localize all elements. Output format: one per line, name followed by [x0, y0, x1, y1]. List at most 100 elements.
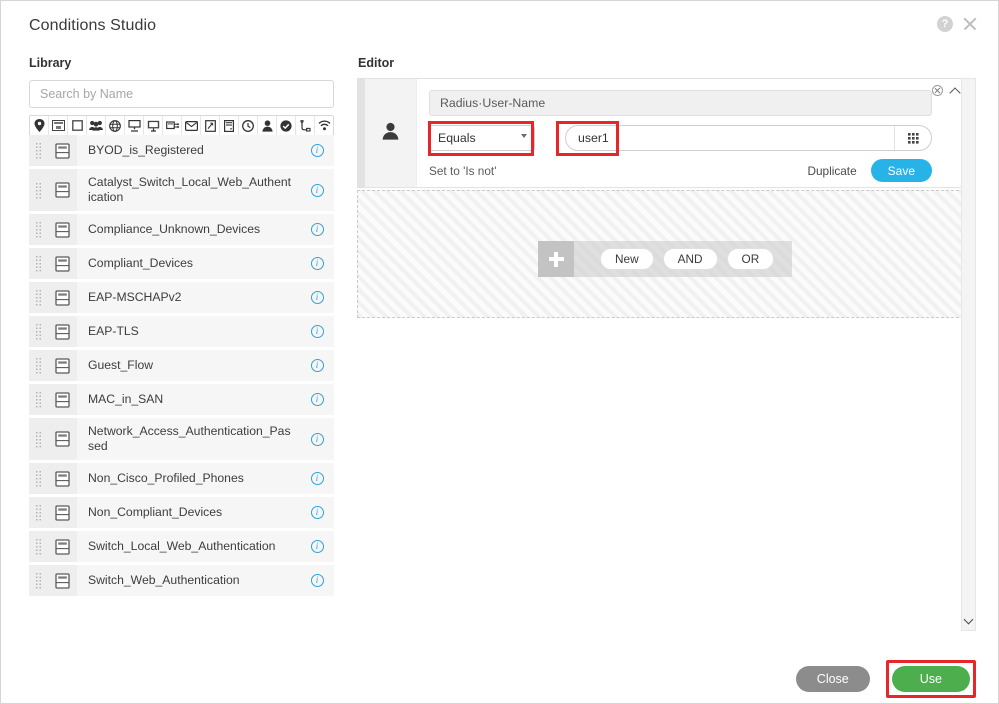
editor-label: Editor [358, 56, 395, 70]
set-to-is-not-link[interactable]: Set to 'Is not' [429, 164, 496, 178]
operator-select[interactable]: EqualsNot EqualsContainsStarts WithEnds … [429, 125, 535, 151]
library-panel [29, 80, 334, 136]
drag-handle-icon[interactable] [29, 350, 47, 381]
list-item[interactable]: Non_Cisco_Profiled_Phones i [29, 463, 334, 497]
drag-handle-icon[interactable] [29, 463, 47, 494]
list-item[interactable]: EAP-TLS i [29, 316, 334, 350]
header-icon-group: ? [937, 16, 978, 32]
filter-icon-bar [29, 115, 334, 136]
value-input[interactable] [566, 126, 894, 150]
info-icon[interactable]: i [300, 531, 334, 562]
save-button[interactable]: Save [870, 159, 932, 182]
info-icon[interactable]: i [300, 135, 334, 166]
close-button[interactable]: Close [795, 666, 870, 692]
condition-action-buttons: Duplicate Save [807, 159, 932, 182]
list-item[interactable]: Switch_Web_Authentication i [29, 565, 334, 599]
drag-handle-icon[interactable] [29, 384, 47, 415]
dropzone-button-new[interactable]: New [600, 248, 654, 270]
list-item-label: Network_Access_Authentication_Passed [88, 424, 291, 453]
drag-handle-icon[interactable] [29, 135, 47, 166]
location-icon[interactable] [30, 116, 49, 135]
clock-icon[interactable] [239, 116, 258, 135]
attribute-field[interactable]: Radius·User-Name [429, 90, 932, 116]
list-item-label: Switch_Local_Web_Authentication [88, 539, 276, 553]
certificate-icon[interactable] [296, 116, 315, 135]
info-icon[interactable]: i [300, 565, 334, 596]
chevron-up-icon[interactable] [950, 85, 961, 96]
wifi-icon[interactable] [315, 116, 333, 135]
drag-handle-icon[interactable] [29, 418, 47, 460]
info-icon[interactable]: i [300, 350, 334, 381]
condition-icon [47, 316, 77, 347]
operator-value-row: EqualsNot EqualsContainsStarts WithEnds … [429, 125, 932, 151]
info-icon[interactable]: i [300, 282, 334, 313]
close-icon[interactable] [962, 16, 978, 32]
list-item[interactable]: BYOD_is_Registered i [29, 135, 334, 169]
group-icon[interactable] [87, 116, 106, 135]
drag-handle-icon[interactable] [29, 248, 47, 279]
info-icon[interactable]: i [300, 418, 334, 460]
condition-icon [47, 463, 77, 494]
info-icon[interactable]: i [300, 463, 334, 494]
condition-icon [47, 169, 77, 211]
identity-icon [382, 122, 399, 145]
scrollbar-thumb[interactable] [963, 80, 974, 180]
drag-handle-icon[interactable] [29, 316, 47, 347]
use-button[interactable]: Use [891, 666, 970, 692]
network-device-icon[interactable] [125, 116, 144, 135]
info-icon[interactable]: i [300, 316, 334, 347]
portal-icon[interactable] [49, 116, 68, 135]
drag-handle-icon[interactable] [29, 531, 47, 562]
list-item[interactable]: Non_Compliant_Devices i [29, 497, 334, 531]
footer-divider [1, 643, 999, 644]
globe-icon[interactable] [106, 116, 125, 135]
server-icon[interactable] [220, 116, 239, 135]
list-item[interactable]: Compliance_Unknown_Devices i [29, 214, 334, 248]
desktop-icon[interactable] [144, 116, 163, 135]
search-input[interactable] [29, 80, 334, 108]
list-item[interactable]: Guest_Flow i [29, 350, 334, 384]
drag-handle-icon[interactable] [29, 497, 47, 528]
value-field-wrap [565, 125, 932, 151]
list-item[interactable]: EAP-MSCHAPv2 i [29, 282, 334, 316]
mail-icon[interactable] [182, 116, 201, 135]
list-item[interactable]: Switch_Local_Web_Authentication i [29, 531, 334, 565]
posture-icon[interactable] [201, 116, 220, 135]
page-title: Conditions Studio [29, 17, 157, 34]
drag-handle-icon[interactable] [29, 282, 47, 313]
dialog-header: Conditions Studio ? [1, 1, 999, 41]
dropzone-button-and[interactable]: AND [662, 248, 718, 270]
help-icon[interactable]: ? [937, 16, 953, 32]
switch-icon[interactable] [163, 116, 182, 135]
list-item[interactable]: MAC_in_SAN i [29, 384, 334, 418]
close-circle-icon[interactable] [932, 85, 943, 96]
dropzone-buttons: New AND OR [574, 248, 792, 270]
identity-icon[interactable] [258, 116, 277, 135]
info-icon[interactable]: i [300, 248, 334, 279]
list-item-label: Guest_Flow [88, 358, 154, 372]
dropzone-button-or[interactable]: OR [726, 248, 775, 270]
condition-dropzone[interactable]: New AND OR [357, 190, 969, 318]
drag-handle-icon[interactable] [29, 169, 47, 211]
scrollbar-vertical[interactable] [961, 78, 976, 631]
list-item[interactable]: Compliant_Devices i [29, 248, 334, 282]
condition-icon [47, 214, 77, 245]
info-icon[interactable]: i [300, 497, 334, 528]
operator-select-wrap: EqualsNot EqualsContainsStarts WithEnds … [429, 125, 535, 151]
info-icon[interactable]: i [300, 384, 334, 415]
duplicate-link[interactable]: Duplicate [807, 164, 856, 178]
plus-icon[interactable] [538, 241, 574, 277]
list-item[interactable]: Network_Access_Authentication_Passed i [29, 418, 334, 463]
list-item-label: EAP-MSCHAPv2 [88, 290, 182, 304]
square-icon[interactable] [68, 116, 87, 135]
info-icon[interactable]: i [300, 169, 334, 211]
drag-handle-icon[interactable] [29, 565, 47, 596]
drag-handle-icon[interactable] [29, 214, 47, 245]
list-item-label: Compliant_Devices [88, 256, 193, 270]
grid-picker-icon[interactable] [895, 132, 931, 144]
chevron-down-icon[interactable] [962, 614, 975, 626]
list-item[interactable]: Catalyst_Switch_Local_Web_Authentication… [29, 169, 334, 214]
info-icon[interactable]: i [300, 214, 334, 245]
check-circle-icon[interactable] [277, 116, 296, 135]
library-list[interactable]: BYOD_is_Registered i Catalyst_Switch_Local… [29, 135, 334, 655]
